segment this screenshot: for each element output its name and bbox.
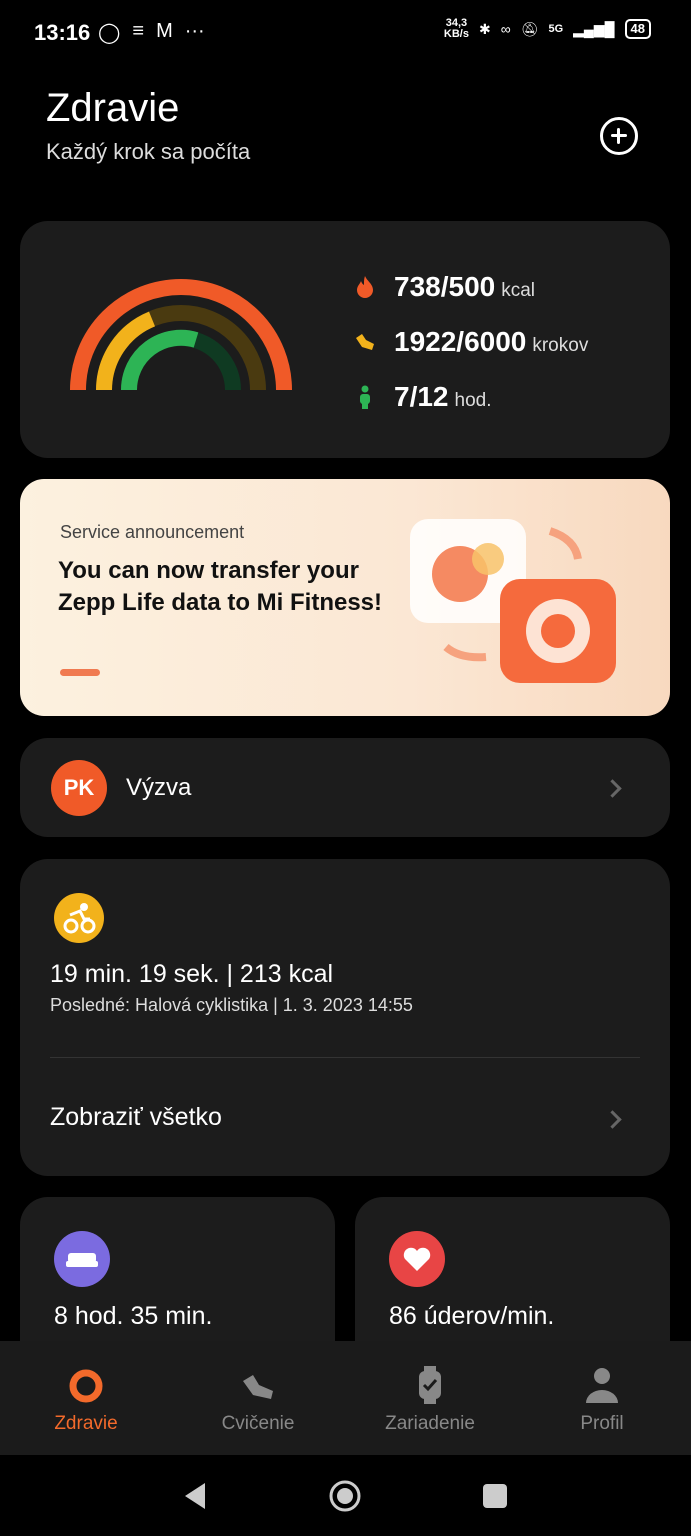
status-time: 13:16 xyxy=(34,20,91,45)
nav-profile-label: Profil xyxy=(580,1413,624,1434)
bluetooth-icon: ✱ xyxy=(478,20,491,37)
calories-metric: 738/500 kcal xyxy=(354,271,535,303)
activity-rings-gauge xyxy=(70,279,292,391)
standing-unit: hod. xyxy=(454,390,492,411)
challenge-label: Výzva xyxy=(126,774,192,801)
workout-card[interactable]: 19 min. 19 sek. | 213 kcal Posledné: Hal… xyxy=(20,859,670,1176)
divider xyxy=(50,1057,640,1058)
nav-device-label: Zariadenie xyxy=(385,1413,475,1434)
activity-summary-card[interactable]: 738/500 kcal 1922/6000 krokov 7/12 hod. xyxy=(20,221,670,458)
nav-health[interactable]: Zdravie xyxy=(0,1341,172,1455)
challenge-avatar: PK xyxy=(51,760,107,816)
nav-device[interactable]: Zariadenie xyxy=(344,1341,516,1455)
battery-indicator: 48 xyxy=(624,19,651,39)
back-icon[interactable] xyxy=(181,1481,209,1511)
mute-icon: 🔕︎ xyxy=(520,20,539,37)
shoe-icon xyxy=(243,1375,273,1399)
gmail-notification-icon: M xyxy=(156,20,173,42)
page-subtitle: Každý krok sa počíta xyxy=(46,139,251,164)
announcement-banner[interactable]: Service announcement You can now transfe… xyxy=(20,479,670,716)
workout-summary: 19 min. 19 sek. | 213 kcal xyxy=(50,960,334,988)
nav-workout-label: Cvičenie xyxy=(221,1413,295,1434)
nav-workout[interactable]: Cvičenie xyxy=(172,1341,344,1455)
notification-icons: ◯ ≡ M ··· xyxy=(98,20,205,45)
nav-profile[interactable]: Profil xyxy=(516,1341,688,1455)
transfer-illustration-icon xyxy=(410,519,616,683)
standing-metric: 7/12 hod. xyxy=(354,381,491,413)
heart-rate-value: 86 úderov/min. xyxy=(389,1302,555,1330)
person-icon xyxy=(586,1368,618,1403)
link-icon: ∞ xyxy=(500,21,511,37)
cycling-icon xyxy=(54,893,104,943)
calories-unit: kcal xyxy=(501,280,536,301)
chevron-right-icon xyxy=(603,779,622,798)
steps-value: 1922/6000 xyxy=(394,326,527,357)
home-icon[interactable] xyxy=(328,1479,362,1513)
nav-health-label: Zdravie xyxy=(54,1413,118,1434)
bed-icon xyxy=(54,1231,110,1287)
more-notifications-icon: ··· xyxy=(184,20,205,42)
banner-headline: You can now transfer your Zepp Life data… xyxy=(58,557,383,616)
view-all-link[interactable]: Zobraziť všetko xyxy=(50,1103,222,1132)
sleep-value: 8 hod. 35 min. xyxy=(54,1302,213,1330)
signal-icon: ▂▄▆█ xyxy=(573,20,615,37)
flame-icon xyxy=(357,276,373,298)
status-bar: 13:16 ◯ ≡ M ··· 34,3 KB/s ✱ ∞ 🔕︎ 5G ▂▄▆█… xyxy=(0,0,691,64)
network-label: 5G xyxy=(548,23,564,35)
calories-value: 738/500 xyxy=(394,271,496,302)
ring-notification-icon: ◯ xyxy=(98,22,121,44)
add-button[interactable] xyxy=(600,117,638,155)
system-navigation xyxy=(0,1455,691,1536)
workout-last: Posledné: Halová cyklistika | 1. 3. 2023… xyxy=(50,995,413,1015)
banner-page-indicator xyxy=(60,669,100,676)
bottom-navigation: Zdravie Cvičenie Zariadenie Profil xyxy=(0,1341,691,1455)
steps-unit: krokov xyxy=(532,335,589,356)
standing-value: 7/12 xyxy=(394,381,449,412)
watch-icon xyxy=(419,1366,441,1404)
page-title: Zdravie xyxy=(46,86,180,130)
challenge-row[interactable]: PK Výzva xyxy=(20,738,670,837)
chevron-right-icon xyxy=(603,1110,622,1129)
banner-label: Service announcement xyxy=(60,522,245,542)
health-ring-icon xyxy=(69,1369,103,1403)
recents-icon[interactable] xyxy=(482,1483,508,1509)
status-right: 34,3 KB/s ✱ ∞ 🔕︎ 5G ▂▄▆█ 48 xyxy=(444,18,651,40)
standing-person-icon xyxy=(360,385,370,409)
network-speed: 34,3 KB/s xyxy=(443,17,469,40)
shoe-icon xyxy=(356,334,374,350)
steps-metric: 1922/6000 krokov xyxy=(354,326,588,358)
heart-icon xyxy=(389,1231,445,1287)
f1-notification-icon: ≡ xyxy=(132,20,145,42)
